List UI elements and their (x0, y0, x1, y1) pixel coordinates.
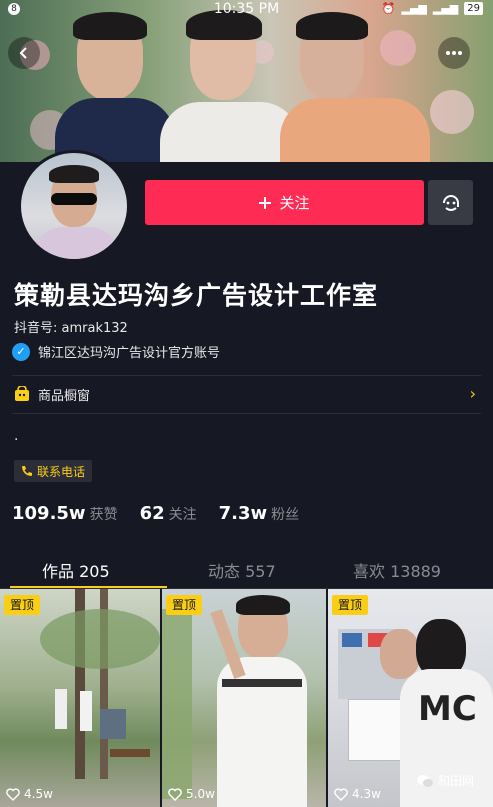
heart-icon (6, 787, 20, 801)
stat-followers[interactable]: 7.3w 粉丝 (219, 503, 300, 524)
pinned-badge: 置顶 (332, 595, 369, 615)
video-likes: 4.5w (6, 787, 53, 801)
status-bar: 8 10:35 PM ⏰ ▂▄▆ ▂▄▆ 29 (0, 0, 493, 20)
battery-indicator: 29 (464, 2, 483, 15)
plus-icon (259, 196, 272, 209)
verified-icon: ✓ (12, 342, 30, 361)
wechat-icon (417, 774, 433, 787)
tab-works[interactable]: 作品 205 (42, 558, 110, 582)
contact-label: 联系电话 (37, 464, 86, 479)
divider (12, 413, 481, 414)
signal-icon: ▂▄▆ (401, 2, 427, 15)
follow-button[interactable]: 关注 (145, 180, 424, 225)
chevron-right-icon: › (469, 384, 476, 403)
watermark: 和田网 (416, 772, 474, 789)
video-thumbnail[interactable]: 置顶 5.0w (162, 589, 326, 807)
cover-person-1 (55, 10, 175, 162)
message-icon (442, 194, 459, 211)
cover-person-2 (160, 10, 300, 162)
follow-label: 关注 (279, 194, 310, 212)
message-button[interactable] (428, 180, 473, 225)
shop-label: 商品橱窗 (38, 388, 91, 404)
status-icons: ⏰ ▂▄▆ ▂▄▆ 29 (382, 2, 483, 15)
stats-row: 109.5w 获赞 62 关注 7.3w 粉丝 (12, 503, 299, 524)
verified-text: 锦江区达玛沟广告设计官方账号 (38, 346, 221, 361)
signal-icon-2: ▂▄▆ (432, 2, 459, 15)
more-button[interactable] (438, 37, 470, 69)
avatar[interactable] (18, 150, 130, 262)
heart-icon (334, 787, 348, 801)
tab-dynamics[interactable]: 动态 557 (208, 558, 276, 582)
cover-image (0, 0, 493, 162)
contact-phone-button[interactable]: 联系电话 (14, 460, 93, 482)
pinned-badge: 置顶 (166, 595, 203, 615)
cover-person-3 (280, 12, 430, 162)
bio-text: . (14, 428, 19, 444)
content-tabs: 作品 205 动态 557 喜欢 13889 (0, 548, 493, 589)
profile-name: 策勒县达玛沟乡广告设计工作室 (14, 281, 379, 310)
stat-likes[interactable]: 109.5w 获赞 (12, 503, 118, 524)
video-likes: 4.3w (334, 787, 381, 801)
phone-icon (22, 466, 32, 476)
video-thumbnail[interactable]: 置顶 4.5w (0, 589, 160, 807)
alarm-icon: ⏰ (381, 2, 396, 15)
douyin-id: 抖音号: amrak132 (14, 321, 128, 336)
video-likes: 5.0w (168, 787, 215, 801)
active-tab-indicator (10, 586, 167, 588)
pinned-badge: 置顶 (4, 595, 41, 615)
more-icon (446, 51, 462, 55)
shop-window-row[interactable]: 商品橱窗 › (14, 384, 476, 404)
heart-icon (168, 787, 182, 801)
stat-following[interactable]: 62 关注 (140, 503, 197, 524)
divider (12, 375, 481, 376)
verified-row: ✓ 锦江区达玛沟广告设计官方账号 (12, 342, 220, 361)
back-button[interactable] (8, 37, 40, 69)
tab-likes[interactable]: 喜欢 13889 (353, 558, 441, 582)
back-icon (19, 47, 27, 59)
shop-icon (15, 386, 29, 401)
